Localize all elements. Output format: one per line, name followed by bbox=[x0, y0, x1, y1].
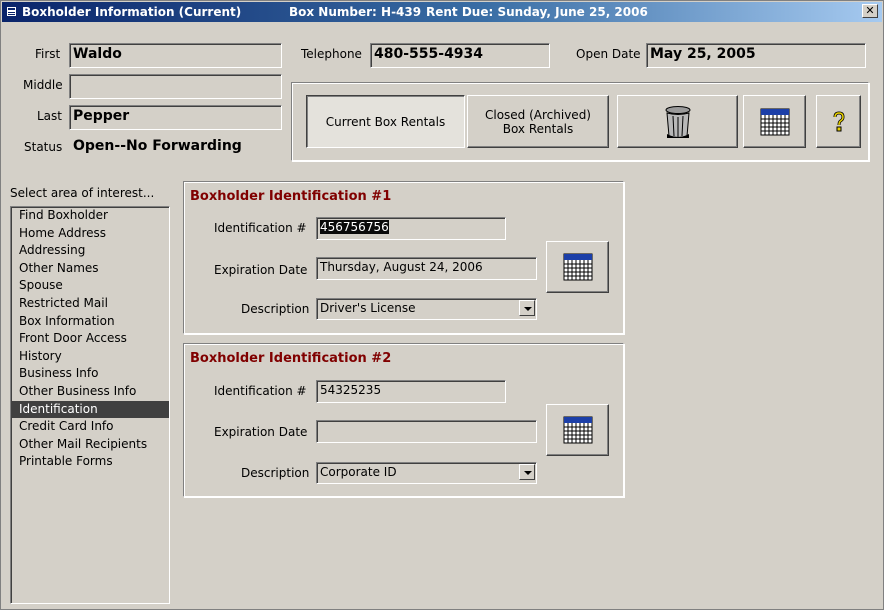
id1-number-label: Identification # bbox=[214, 221, 307, 235]
id1-expiration-field[interactable]: Thursday, August 24, 2006 bbox=[316, 257, 537, 280]
title-bar: Boxholder Information (Current) Box Numb… bbox=[2, 2, 882, 22]
id1-description-value: Driver's License bbox=[320, 301, 416, 315]
box-number: Box Number: H-439 bbox=[289, 5, 422, 19]
middle-name-field[interactable] bbox=[69, 74, 282, 99]
id2-expiration-label: Expiration Date bbox=[214, 425, 308, 439]
closed-box-rentals-label-line1: Closed (Archived) bbox=[484, 107, 591, 122]
id2-number-field[interactable]: 54325235 bbox=[316, 380, 506, 403]
id1-description-label: Description bbox=[241, 302, 310, 316]
status-label: Status bbox=[24, 140, 63, 154]
window-title: Boxholder Information (Current) bbox=[22, 5, 242, 19]
open-date-field[interactable]: May 25, 2005 bbox=[646, 43, 866, 68]
id1-number-field[interactable]: 456756756 bbox=[316, 217, 506, 240]
identification-1-title: Boxholder Identification #1 bbox=[190, 189, 392, 204]
list-item[interactable]: Box Information bbox=[11, 313, 169, 331]
list-item[interactable]: Addressing bbox=[11, 242, 169, 260]
calendar-icon bbox=[563, 416, 592, 444]
close-button[interactable]: ✕ bbox=[862, 4, 878, 18]
telephone-label: Telephone bbox=[301, 47, 362, 61]
chevron-down-icon[interactable] bbox=[519, 464, 535, 480]
list-item[interactable]: Find Boxholder bbox=[11, 207, 169, 225]
trash-can-icon bbox=[665, 105, 690, 138]
chevron-down-icon[interactable] bbox=[519, 300, 535, 316]
id1-calendar-button[interactable] bbox=[546, 241, 609, 293]
list-item[interactable]: History bbox=[11, 348, 169, 366]
id2-number-label: Identification # bbox=[214, 384, 307, 398]
first-name-field[interactable]: Waldo bbox=[69, 43, 282, 68]
id2-description-select[interactable]: Corporate ID bbox=[316, 462, 537, 484]
id1-number-selection: 456756756 bbox=[320, 220, 389, 234]
calendar-icon bbox=[760, 108, 789, 135]
id1-number-first-char: 4 bbox=[320, 220, 328, 234]
id1-description-select[interactable]: Driver's License bbox=[316, 298, 537, 320]
id2-expiration-field[interactable] bbox=[316, 420, 537, 443]
closed-box-rentals-button[interactable]: Closed (Archived) Box Rentals bbox=[467, 95, 609, 148]
closed-box-rentals-label-line2: Box Rentals bbox=[502, 121, 574, 136]
list-item[interactable]: Printable Forms bbox=[11, 453, 169, 471]
list-item[interactable]: Home Address bbox=[11, 225, 169, 243]
question-mark-icon bbox=[833, 110, 845, 131]
id2-calendar-button[interactable] bbox=[546, 404, 609, 456]
telephone-field[interactable]: 480-555-4934 bbox=[370, 43, 550, 68]
last-name-label: Last bbox=[37, 109, 62, 123]
help-button[interactable] bbox=[816, 95, 861, 148]
nav-heading: Select area of interest... bbox=[10, 186, 155, 200]
calendar-button[interactable] bbox=[743, 95, 806, 148]
boxholder-window: Boxholder Information (Current) Box Numb… bbox=[0, 0, 884, 610]
id2-description-label: Description bbox=[241, 466, 310, 480]
status-value: Open--No Forwarding bbox=[73, 138, 242, 154]
identification-2-title: Boxholder Identification #2 bbox=[190, 351, 392, 366]
id2-description-value: Corporate ID bbox=[320, 465, 397, 479]
current-box-rentals-button[interactable]: Current Box Rentals bbox=[306, 95, 465, 148]
id1-expiration-label: Expiration Date bbox=[214, 263, 308, 277]
form-icon bbox=[6, 6, 17, 17]
calendar-icon bbox=[563, 253, 592, 281]
id1-number-rest: 56756756 bbox=[327, 220, 389, 234]
list-item[interactable]: Other Names bbox=[11, 260, 169, 278]
open-date-label: Open Date bbox=[576, 47, 641, 61]
list-item[interactable]: Spouse bbox=[11, 277, 169, 295]
middle-name-label: Middle bbox=[23, 78, 63, 92]
first-name-label: First bbox=[35, 47, 61, 61]
list-item[interactable]: Business Info bbox=[11, 365, 169, 383]
area-list[interactable]: Find Boxholder Home Address Addressing O… bbox=[10, 206, 170, 604]
list-item[interactable]: Other Mail Recipients bbox=[11, 436, 169, 454]
list-item[interactable]: Other Business Info bbox=[11, 383, 169, 401]
delete-button[interactable] bbox=[617, 95, 738, 148]
last-name-field[interactable]: Pepper bbox=[69, 105, 282, 130]
rent-due: Rent Due: Sunday, June 25, 2006 bbox=[426, 5, 648, 19]
current-box-rentals-label: Current Box Rentals bbox=[325, 114, 446, 129]
list-item[interactable]: Restricted Mail bbox=[11, 295, 169, 313]
close-icon: ✕ bbox=[865, 4, 875, 17]
list-item[interactable]: Credit Card Info bbox=[11, 418, 169, 436]
list-item[interactable]: Front Door Access bbox=[11, 330, 169, 348]
list-item-selected[interactable]: Identification bbox=[11, 400, 169, 419]
